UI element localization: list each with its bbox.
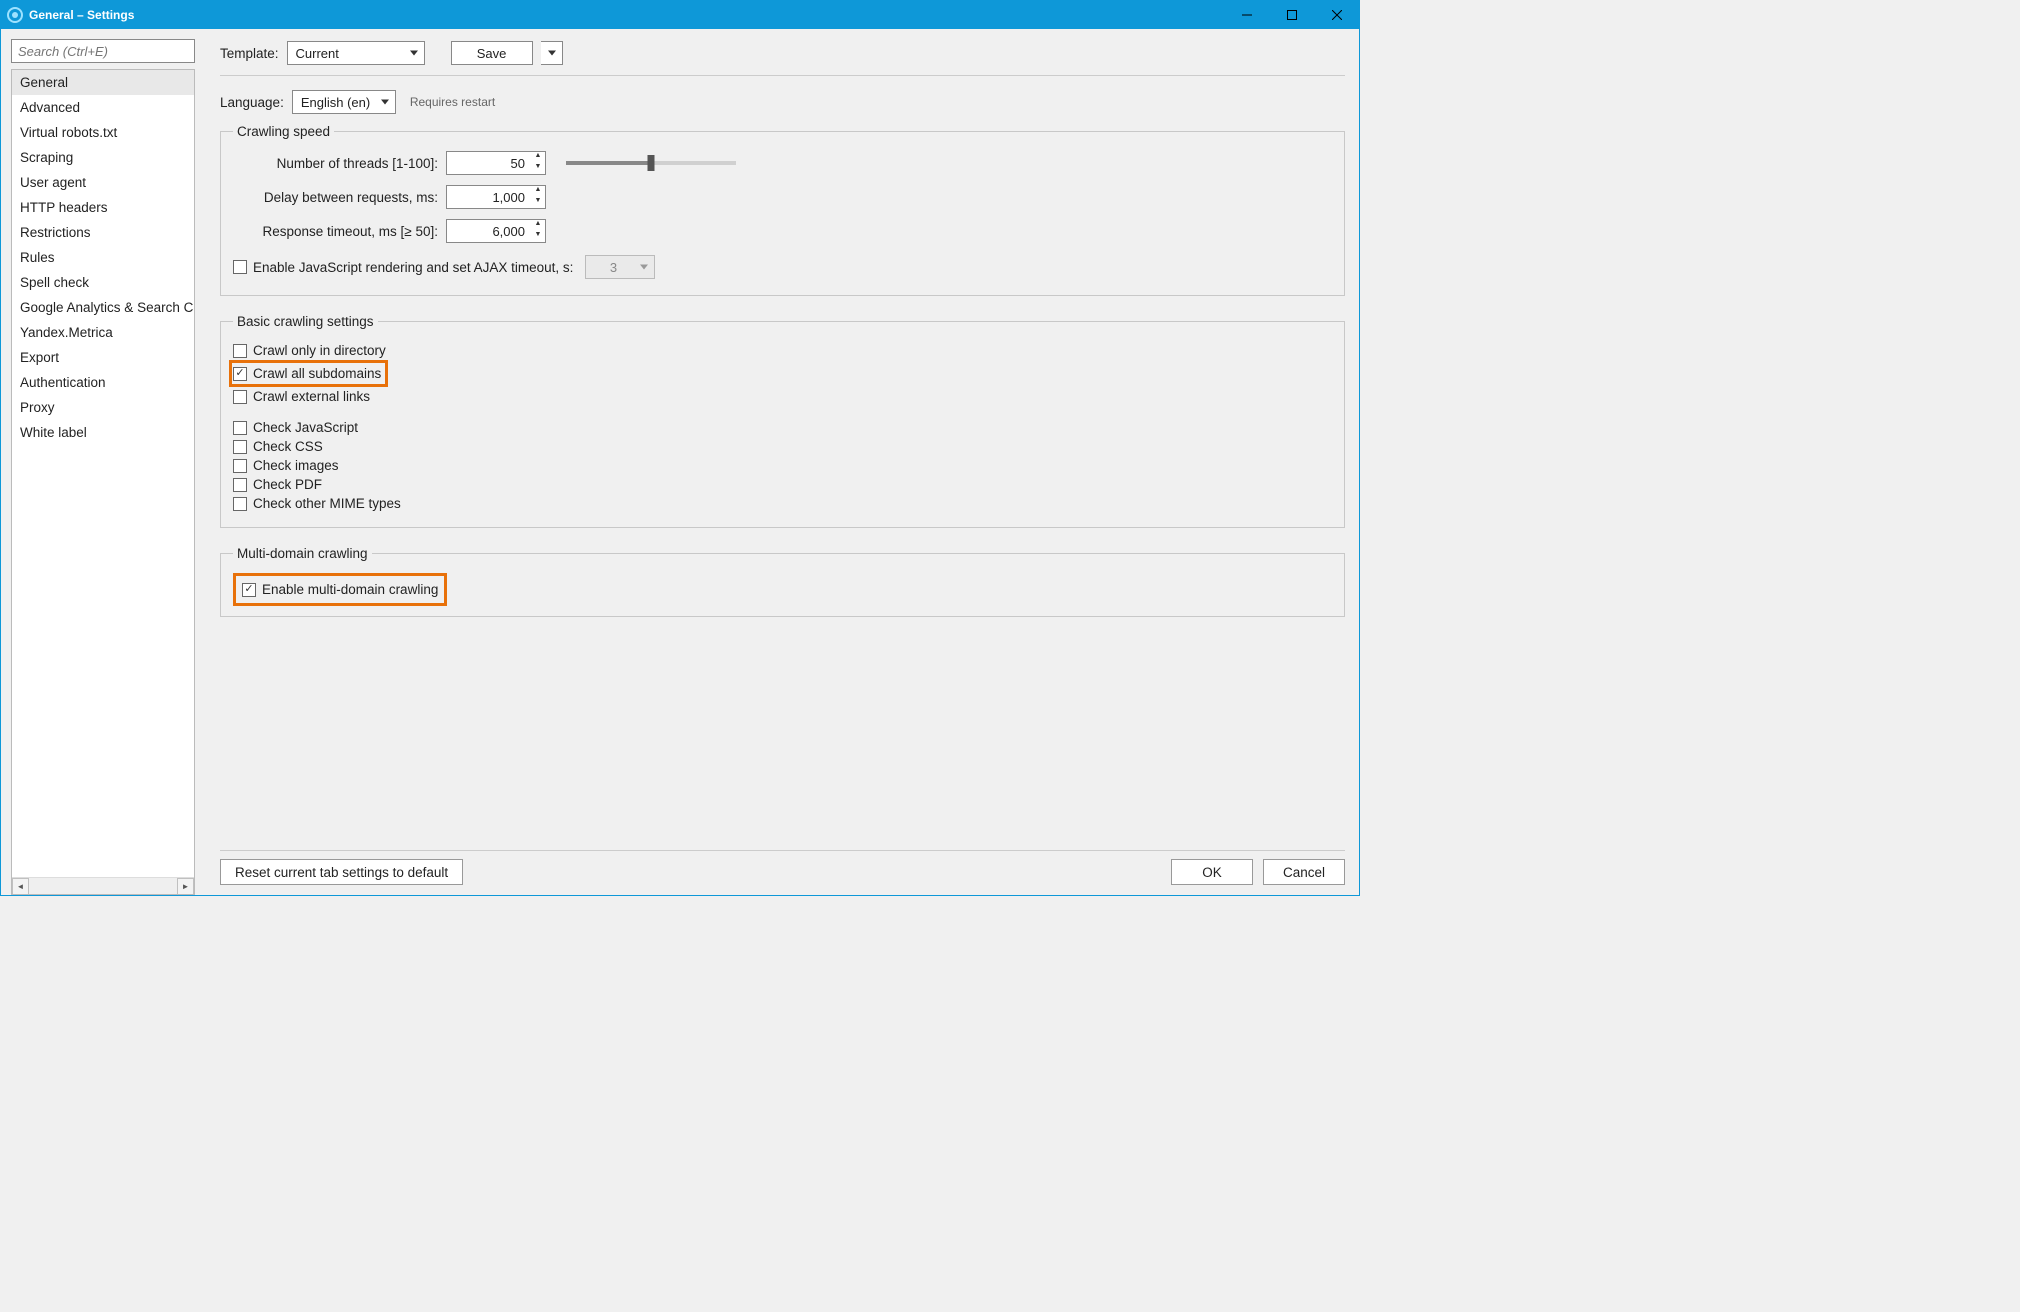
scroll-left-icon[interactable]: ◄ — [12, 878, 29, 895]
threads-slider[interactable] — [566, 154, 736, 172]
language-label: Language: — [220, 95, 284, 110]
check-pdf-label: Check PDF — [253, 477, 322, 492]
check-js-label: Check JavaScript — [253, 420, 358, 435]
nav-list: GeneralAdvancedVirtual robots.txtScrapin… — [11, 69, 195, 895]
timeout-label: Response timeout, ms [≥ 50]: — [233, 224, 438, 239]
check-css-label: Check CSS — [253, 439, 323, 454]
sidebar-item[interactable]: Virtual robots.txt — [12, 120, 194, 145]
chevron-down-icon — [381, 100, 389, 105]
check-css-checkbox[interactable] — [233, 440, 247, 454]
save-button[interactable]: Save — [451, 41, 533, 65]
multidomain-group: Multi-domain crawling Enable multi-domai… — [220, 546, 1345, 617]
check-mime-checkbox[interactable] — [233, 497, 247, 511]
sidebar-item[interactable]: General — [12, 70, 194, 95]
language-hint: Requires restart — [410, 95, 495, 109]
close-button[interactable] — [1314, 1, 1359, 29]
ok-button[interactable]: OK — [1171, 859, 1253, 885]
language-value: English (en) — [301, 95, 370, 110]
scroll-track[interactable] — [29, 878, 177, 894]
maximize-button[interactable] — [1269, 1, 1314, 29]
check-mime-label: Check other MIME types — [253, 496, 401, 511]
template-select[interactable]: Current — [287, 41, 425, 65]
spinner-up-icon[interactable]: ▲ — [531, 220, 545, 231]
template-label: Template: — [220, 46, 279, 61]
crawl-external-label: Crawl external links — [253, 389, 370, 404]
settings-window: General – Settings GeneralAdvancedVirtua… — [0, 0, 1360, 896]
window-title: General – Settings — [29, 8, 134, 22]
timeout-input[interactable]: 6,000 ▲▼ — [446, 219, 546, 243]
template-value: Current — [296, 46, 339, 61]
minimize-button[interactable] — [1224, 1, 1269, 29]
basic-crawling-group: Basic crawling settings Crawl only in di… — [220, 314, 1345, 528]
check-images-label: Check images — [253, 458, 339, 473]
delay-label: Delay between requests, ms: — [233, 190, 438, 205]
sidebar-item[interactable]: Google Analytics & Search Console — [12, 295, 194, 320]
sidebar-item[interactable]: Authentication — [12, 370, 194, 395]
crawling-speed-legend: Crawling speed — [233, 124, 334, 139]
sidebar-item[interactable]: Restrictions — [12, 220, 194, 245]
save-dropdown-button[interactable] — [541, 41, 563, 65]
spinner-down-icon[interactable]: ▼ — [531, 231, 545, 242]
sidebar-item[interactable]: Proxy — [12, 395, 194, 420]
delay-input[interactable]: 1,000 ▲▼ — [446, 185, 546, 209]
footer: Reset current tab settings to default OK… — [220, 850, 1345, 885]
enable-js-checkbox[interactable] — [233, 260, 247, 274]
slider-thumb[interactable] — [648, 155, 655, 171]
check-images-checkbox[interactable] — [233, 459, 247, 473]
sidebar-item[interactable]: Advanced — [12, 95, 194, 120]
ajax-timeout-select: 3 — [585, 255, 655, 279]
chevron-down-icon — [640, 265, 648, 270]
enable-multidomain-checkbox[interactable] — [242, 583, 256, 597]
titlebar: General – Settings — [1, 1, 1359, 29]
sidebar-hscroll[interactable]: ◄ ► — [12, 877, 194, 894]
enable-multidomain-label: Enable multi-domain crawling — [262, 582, 438, 597]
sidebar-item[interactable]: White label — [12, 420, 194, 445]
check-js-checkbox[interactable] — [233, 421, 247, 435]
sidebar-item[interactable]: HTTP headers — [12, 195, 194, 220]
chevron-down-icon — [548, 51, 556, 56]
search-input[interactable] — [11, 39, 195, 63]
enable-js-label: Enable JavaScript rendering and set AJAX… — [253, 260, 573, 275]
crawl-dir-label: Crawl only in directory — [253, 343, 386, 358]
sidebar-item[interactable]: User agent — [12, 170, 194, 195]
spinner-down-icon[interactable]: ▼ — [531, 163, 545, 174]
sidebar-item[interactable]: Scraping — [12, 145, 194, 170]
app-icon — [7, 7, 23, 23]
spinner-down-icon[interactable]: ▼ — [531, 197, 545, 208]
crawling-speed-group: Crawling speed Number of threads [1-100]… — [220, 124, 1345, 296]
multidomain-legend: Multi-domain crawling — [233, 546, 372, 561]
sidebar-item[interactable]: Export — [12, 345, 194, 370]
sidebar: GeneralAdvancedVirtual robots.txtScrapin… — [1, 29, 198, 895]
crawl-external-checkbox[interactable] — [233, 390, 247, 404]
threads-label: Number of threads [1-100]: — [233, 156, 438, 171]
basic-crawling-legend: Basic crawling settings — [233, 314, 378, 329]
main-panel: Template: Current Save Language: — [198, 29, 1359, 895]
crawl-subdomains-label: Crawl all subdomains — [253, 366, 381, 381]
sidebar-item[interactable]: Rules — [12, 245, 194, 270]
cancel-button[interactable]: Cancel — [1263, 859, 1345, 885]
sidebar-item[interactable]: Yandex.Metrica — [12, 320, 194, 345]
spinner-up-icon[interactable]: ▲ — [531, 152, 545, 163]
scroll-right-icon[interactable]: ► — [177, 878, 194, 895]
threads-input[interactable]: 50 ▲▼ — [446, 151, 546, 175]
reset-button[interactable]: Reset current tab settings to default — [220, 859, 463, 885]
crawl-subdomains-checkbox[interactable] — [233, 367, 247, 381]
language-select[interactable]: English (en) — [292, 90, 396, 114]
sidebar-item[interactable]: Spell check — [12, 270, 194, 295]
crawl-dir-checkbox[interactable] — [233, 344, 247, 358]
chevron-down-icon — [410, 51, 418, 56]
spinner-up-icon[interactable]: ▲ — [531, 186, 545, 197]
check-pdf-checkbox[interactable] — [233, 478, 247, 492]
